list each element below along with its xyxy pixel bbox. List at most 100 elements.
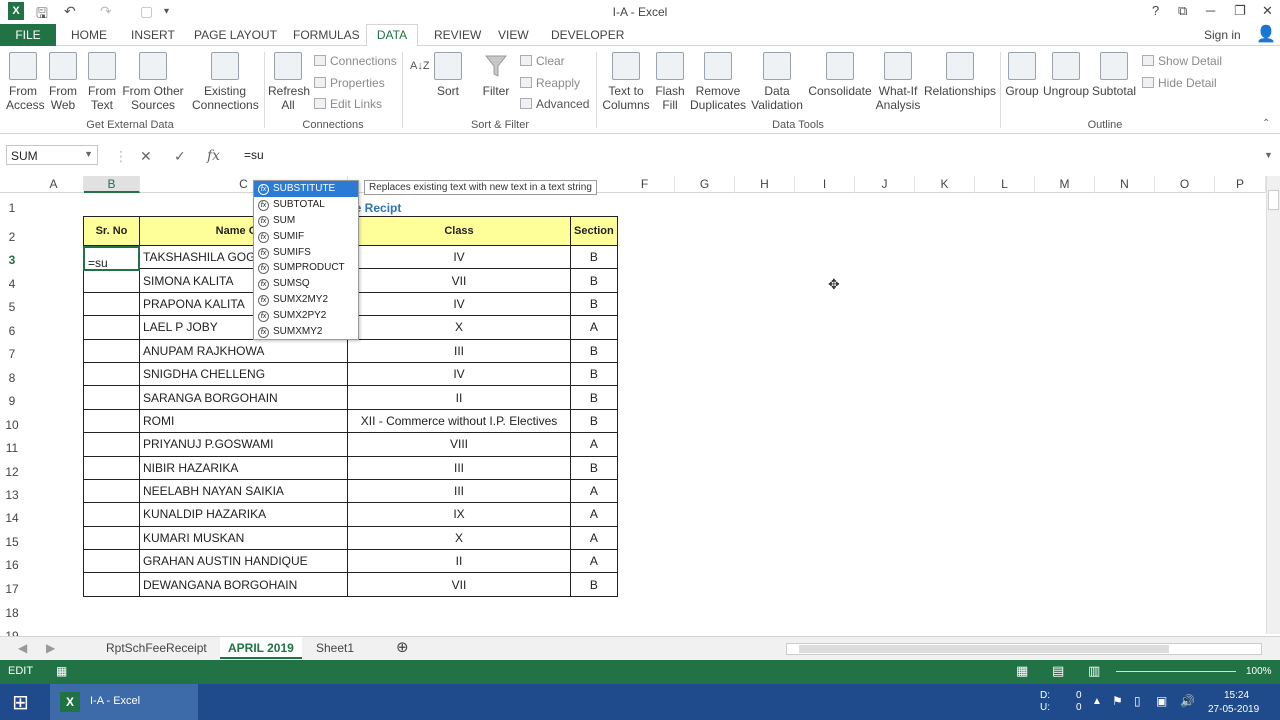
enter-icon[interactable]: ✓ bbox=[174, 148, 186, 165]
autocomplete-item[interactable]: fx SUMPRODUCT bbox=[254, 260, 358, 276]
row-header-12[interactable]: 12 bbox=[0, 465, 24, 479]
taskbar-excel-button[interactable]: X I-A - Excel bbox=[50, 684, 198, 720]
windows-start-icon[interactable]: ⊞ bbox=[12, 690, 29, 715]
cell-srno[interactable] bbox=[83, 502, 140, 527]
cell-srno[interactable] bbox=[83, 572, 140, 597]
zoom-slider[interactable] bbox=[1116, 671, 1236, 672]
column-header-m[interactable]: M bbox=[1035, 176, 1095, 193]
properties-button[interactable]: Properties bbox=[314, 76, 385, 90]
function-autocomplete-list[interactable]: fx SUBSTITUTE fx SUBTOTAL fx SUM fx SUMIF fx SUMI… bbox=[253, 180, 359, 340]
tab-home[interactable]: HOME bbox=[71, 28, 107, 42]
column-header-g[interactable]: G bbox=[675, 176, 735, 193]
row-header-7[interactable]: 7 bbox=[0, 347, 24, 361]
clear-button[interactable]: Clear bbox=[520, 54, 565, 68]
column-header-a[interactable]: A bbox=[24, 176, 84, 193]
cell-class[interactable]: VIII bbox=[347, 432, 571, 457]
cell-section[interactable]: A bbox=[570, 502, 618, 527]
cell-class[interactable]: XII - Commerce without I.P. Electives bbox=[347, 408, 571, 434]
from-text-button[interactable]: From Text bbox=[86, 52, 118, 112]
cell-name[interactable]: KUMARI MUSKAN bbox=[139, 525, 348, 551]
tab-page-layout[interactable]: PAGE LAYOUT bbox=[194, 28, 277, 42]
cell-section[interactable]: B bbox=[570, 572, 618, 597]
cell-section[interactable]: A bbox=[570, 315, 618, 340]
cell-name[interactable]: NEELABH NAYAN SAIKIA bbox=[139, 478, 348, 504]
tab-developer[interactable]: DEVELOPER bbox=[551, 28, 624, 42]
horizontal-scrollbar[interactable] bbox=[786, 643, 1262, 655]
autocomplete-item[interactable]: fx SUMIF bbox=[254, 229, 358, 245]
autocomplete-item[interactable]: fx SUMX2PY2 bbox=[254, 308, 358, 324]
cell-srno[interactable] bbox=[83, 549, 140, 574]
name-box[interactable]: SUM ▼ bbox=[6, 145, 98, 165]
autocomplete-item[interactable]: fx SUMXMY2 bbox=[254, 324, 358, 340]
cell-srno[interactable] bbox=[83, 338, 140, 363]
group-button[interactable]: Group bbox=[1004, 52, 1040, 98]
cell-srno[interactable] bbox=[83, 408, 140, 434]
tab-sheet1[interactable]: Sheet1 bbox=[308, 637, 362, 659]
cell-name[interactable]: NIBIR HAZARIKA bbox=[139, 455, 348, 480]
row-header-9[interactable]: 9 bbox=[0, 394, 24, 408]
clock-date[interactable]: 27-05-2019 bbox=[1208, 704, 1259, 715]
sort-az-icon[interactable]: A↓Z bbox=[410, 60, 430, 72]
flag-icon[interactable]: ⚑ bbox=[1112, 694, 1123, 708]
tab-file[interactable]: FILE bbox=[0, 24, 56, 46]
row-header-10[interactable]: 10 bbox=[0, 418, 24, 432]
existing-connections-button[interactable]: Existing Connections bbox=[192, 52, 259, 112]
cell-class[interactable]: II bbox=[347, 549, 571, 574]
horizontal-scroll-thumb[interactable] bbox=[799, 645, 1169, 653]
insert-function-icon[interactable]: fx bbox=[207, 148, 220, 164]
tab-april-2019[interactable]: APRIL 2019 bbox=[220, 637, 302, 659]
tab-formulas[interactable]: FORMULAS bbox=[293, 28, 360, 42]
cell-section[interactable]: B bbox=[570, 361, 618, 387]
clock-time[interactable]: 15:24 bbox=[1224, 690, 1249, 701]
subtotal-button[interactable]: Subtotal bbox=[1092, 52, 1136, 98]
volume-icon[interactable]: 🔊 bbox=[1180, 694, 1195, 708]
row-header-17[interactable]: 17 bbox=[0, 582, 24, 596]
user-avatar-icon[interactable]: 👤 bbox=[1256, 24, 1276, 44]
row-header-4[interactable]: 4 bbox=[0, 277, 24, 291]
cell-class[interactable]: II bbox=[347, 385, 571, 410]
cell-class[interactable]: III bbox=[347, 455, 571, 480]
row-header-18[interactable]: 18 bbox=[0, 606, 24, 620]
column-header-n[interactable]: N bbox=[1095, 176, 1155, 193]
column-header-i[interactable]: I bbox=[795, 176, 855, 193]
row-header-13[interactable]: 13 bbox=[0, 488, 24, 502]
row-header-2[interactable]: 2 bbox=[0, 230, 24, 244]
cell-name[interactable]: ANUPAM RAJKHOWA bbox=[139, 338, 348, 363]
tab-insert[interactable]: INSERT bbox=[131, 28, 175, 42]
cell-section[interactable]: B bbox=[570, 385, 618, 410]
cell-section[interactable]: A bbox=[570, 549, 618, 574]
page-layout-view-icon[interactable]: ▤ bbox=[1052, 663, 1064, 679]
cell-section[interactable]: B bbox=[570, 268, 618, 293]
column-header-j[interactable]: J bbox=[855, 176, 915, 193]
refresh-all-button[interactable]: Refresh All bbox=[268, 52, 310, 112]
network-icon[interactable]: ▣ bbox=[1156, 694, 1167, 708]
autocomplete-item[interactable]: fx SUMIFS bbox=[254, 245, 358, 261]
cell-section[interactable]: A bbox=[570, 525, 618, 551]
row-header-11[interactable]: 11 bbox=[0, 441, 24, 455]
cell-srno[interactable] bbox=[83, 455, 140, 480]
cell-srno[interactable] bbox=[83, 478, 140, 504]
row-header-6[interactable]: 6 bbox=[0, 324, 24, 338]
cell-section[interactable]: B bbox=[570, 455, 618, 480]
row-header-15[interactable]: 15 bbox=[0, 535, 24, 549]
hide-detail-button[interactable]: Hide Detail bbox=[1142, 76, 1217, 90]
text-to-columns-button[interactable]: Text to Columns bbox=[602, 52, 650, 112]
normal-view-icon[interactable]: ▦ bbox=[1016, 663, 1028, 679]
column-header-o[interactable]: O bbox=[1155, 176, 1215, 193]
autocomplete-item[interactable]: fx SUBTOTAL bbox=[254, 197, 358, 213]
cell-srno[interactable] bbox=[83, 385, 140, 410]
cell-srno[interactable] bbox=[83, 361, 140, 387]
cell-section[interactable]: B bbox=[570, 291, 618, 317]
edit-links-button[interactable]: Edit Links bbox=[314, 97, 382, 111]
formula-input[interactable]: =su bbox=[238, 145, 1258, 165]
cell-srno[interactable] bbox=[83, 291, 140, 317]
from-access-button[interactable]: From Access bbox=[6, 52, 45, 112]
remove-duplicates-button[interactable]: Remove Duplicates bbox=[690, 52, 746, 112]
cell-name[interactable]: DEWANGANA BORGOHAIN bbox=[139, 572, 348, 597]
cell-srno[interactable] bbox=[83, 525, 140, 551]
vertical-scroll-thumb[interactable] bbox=[1268, 190, 1279, 210]
page-break-view-icon[interactable]: ▥ bbox=[1088, 663, 1100, 679]
sign-in-link[interactable]: Sign in bbox=[1204, 28, 1241, 42]
tray-expand-icon[interactable]: ▲ bbox=[1092, 696, 1102, 707]
header-srno[interactable]: Sr. No bbox=[83, 216, 140, 246]
